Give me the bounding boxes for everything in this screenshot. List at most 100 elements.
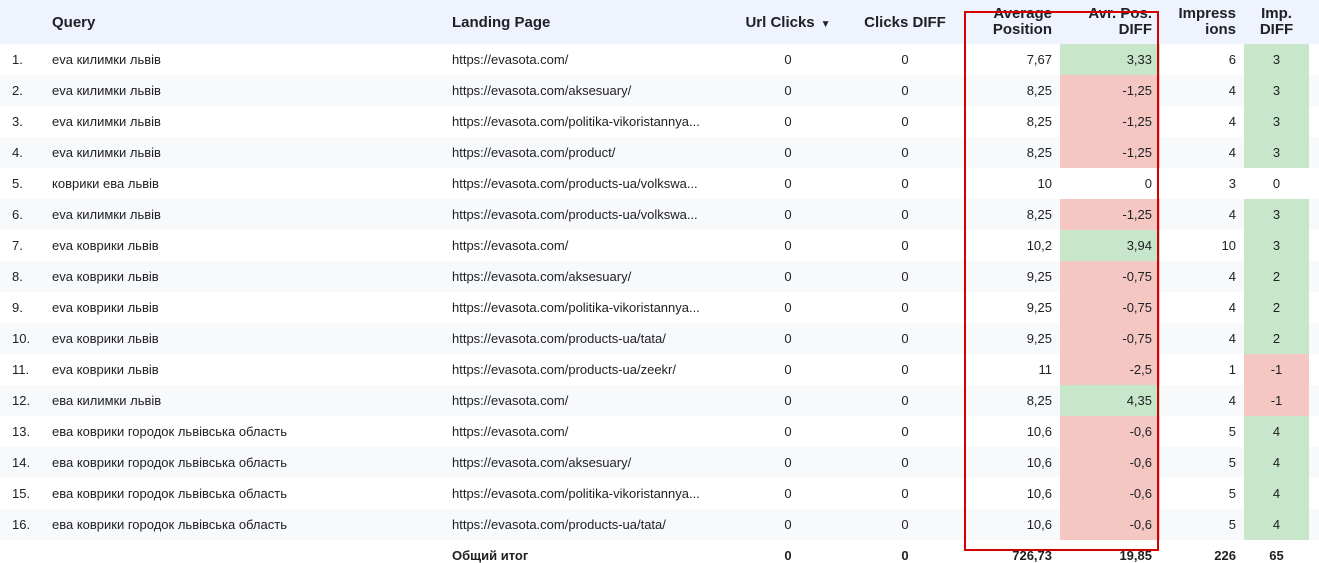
- cell-query[interactable]: eva килимки львів: [44, 44, 444, 75]
- table-row[interactable]: 4. eva килимки львів https://evasota.com/p…: [0, 137, 1319, 168]
- header-imp-diff[interactable]: Imp. DIFF: [1244, 0, 1309, 44]
- cell-impressions: 4: [1160, 199, 1244, 230]
- cell-url-clicks: 0: [784, 424, 792, 439]
- cell-query[interactable]: eva коврики львів: [44, 323, 444, 354]
- cell-landing-page[interactable]: https://evasota.com/: [444, 385, 724, 416]
- header-query[interactable]: Query: [44, 0, 444, 44]
- cell-average-position: 8,25: [958, 75, 1060, 106]
- table-row[interactable]: 15. ева коврики городок львівська область…: [0, 478, 1319, 509]
- cell-query[interactable]: eva коврики львів: [44, 230, 444, 261]
- row-index: 7.: [12, 238, 23, 253]
- cell-url-clicks: 0: [784, 300, 792, 315]
- cell-landing-page[interactable]: https://evasota.com/product/: [444, 137, 724, 168]
- totals-spacer: [44, 540, 444, 563]
- cell-imp-diff: 4: [1244, 509, 1309, 540]
- cell-average-position: 10,6: [958, 509, 1060, 540]
- table-row[interactable]: 1. eva килимки львів https://evasota.com/0…: [0, 44, 1319, 75]
- cell-avg-pos-diff: -0,6: [1060, 509, 1160, 540]
- table-row[interactable]: 9. eva коврики львів https://evasota.com/p…: [0, 292, 1319, 323]
- cell-imp-diff: 3: [1244, 137, 1309, 168]
- cell-clicks-diff: 0: [852, 323, 958, 354]
- cell-landing-page[interactable]: https://evasota.com/products-ua/zeekr/: [444, 354, 724, 385]
- cell-query[interactable]: eva коврики львів: [44, 261, 444, 292]
- table-row[interactable]: 10. eva коврики львів https://evasota.com/…: [0, 323, 1319, 354]
- table-row[interactable]: 16. ева коврики городок львівська область…: [0, 509, 1319, 540]
- cell-landing-page[interactable]: https://evasota.com/politika-vikoristann…: [444, 292, 724, 323]
- sort-descending-icon[interactable]: ▼: [821, 19, 831, 30]
- cell-url-clicks: 0: [724, 447, 852, 478]
- cell-average-position: 8,25: [1026, 114, 1052, 129]
- cell-query[interactable]: коврики ева львів: [44, 168, 444, 199]
- cell-average-position: 10,6: [1026, 424, 1052, 439]
- cell-impressions: 5: [1160, 447, 1244, 478]
- cell-landing-page[interactable]: https://evasota.com/products-ua/tata/: [444, 509, 724, 540]
- row-filler: [1309, 261, 1319, 292]
- header-average-position[interactable]: Average Position: [958, 0, 1060, 44]
- totals-clicks-diff: 0: [852, 540, 958, 563]
- cell-landing-page[interactable]: https://evasota.com/: [444, 416, 724, 447]
- table-row[interactable]: 8. eva коврики львів https://evasota.com/a…: [0, 261, 1319, 292]
- table-row[interactable]: 7. eva коврики львів https://evasota.com/0…: [0, 230, 1319, 261]
- cell-landing-page[interactable]: https://evasota.com/politika-vikoristann…: [444, 478, 724, 509]
- cell-query[interactable]: eva килимки львів: [44, 199, 444, 230]
- cell-average-position: 7,67: [1026, 52, 1052, 67]
- header-index: [0, 0, 44, 44]
- header-clicks-diff[interactable]: Clicks DIFF: [852, 0, 958, 44]
- cell-avg-pos-diff: -1,25: [1060, 137, 1160, 168]
- cell-impressions: 4: [1228, 300, 1236, 315]
- cell-landing-page[interactable]: https://evasota.com/products-ua/volkswa.…: [444, 168, 724, 199]
- cell-query[interactable]: eva килимки львів: [44, 137, 444, 168]
- cell-query[interactable]: eva коврики львів: [44, 354, 444, 385]
- cell-url-clicks: 0: [784, 486, 792, 501]
- cell-landing-page[interactable]: https://evasota.com/products-ua/tata/: [444, 323, 724, 354]
- cell-landing-page[interactable]: https://evasota.com/: [444, 44, 724, 75]
- cell-average-position: 8,25: [958, 137, 1060, 168]
- cell-landing-page[interactable]: https://evasota.com/aksesuary/: [444, 261, 724, 292]
- cell-avg-pos-diff: -1,25: [1060, 106, 1160, 137]
- cell-impressions: 1: [1228, 362, 1236, 377]
- cell-clicks-diff: 0: [901, 486, 909, 501]
- header-impressions[interactable]: Impress ions: [1160, 0, 1244, 44]
- cell-query[interactable]: ева коврики городок львівська область: [44, 416, 444, 447]
- cell-query[interactable]: ева коврики городок львівська область: [44, 509, 444, 540]
- header-avg-pos-diff[interactable]: Avr. Pos. DIFF: [1060, 0, 1160, 44]
- cell-landing-page[interactable]: https://evasota.com/politika-vikoristann…: [444, 106, 724, 137]
- cell-avg-pos-diff: -0,6: [1060, 478, 1160, 509]
- header-landing-page[interactable]: Landing Page: [444, 0, 724, 44]
- row-index: 15.: [12, 486, 31, 501]
- cell-query[interactable]: ева килимки львів: [44, 385, 444, 416]
- cell-landing-page[interactable]: https://evasota.com/aksesuary/: [444, 447, 724, 478]
- table-row[interactable]: 5. коврики ева львів https://evasota.com/p…: [0, 168, 1319, 199]
- row-filler: [1309, 44, 1319, 75]
- row-index: 16.: [0, 509, 44, 540]
- row-filler: [1309, 75, 1319, 106]
- cell-url-clicks: 0: [724, 75, 852, 106]
- table-row[interactable]: 6. eva килимки львів https://evasota.com/p…: [0, 199, 1319, 230]
- table-row[interactable]: 13. ева коврики городок львівська область…: [0, 416, 1319, 447]
- table-row[interactable]: 14. ева коврики городок львівська область…: [0, 447, 1319, 478]
- row-filler: [1309, 478, 1319, 509]
- cell-query[interactable]: ева коврики городок львівська область: [44, 478, 444, 509]
- cell-query[interactable]: ева коврики городок львівська область: [44, 447, 444, 478]
- header-filler: [1309, 0, 1319, 44]
- cell-clicks-diff: 0: [901, 176, 909, 191]
- cell-landing-page[interactable]: https://evasota.com/: [444, 230, 724, 261]
- table-row[interactable]: 11. eva коврики львів https://evasota.com/…: [0, 354, 1319, 385]
- cell-impressions: 10: [1221, 238, 1236, 253]
- totals-filler: [1309, 540, 1319, 563]
- cell-landing-page[interactable]: https://evasota.com/aksesuary/: [444, 75, 724, 106]
- table-row[interactable]: 3. eva килимки львів https://evasota.com/p…: [0, 106, 1319, 137]
- cell-impressions: 3: [1228, 176, 1236, 191]
- cell-query[interactable]: eva килимки львів: [44, 75, 444, 106]
- row-index: 5.: [12, 176, 23, 191]
- table-row[interactable]: 2. eva килимки львів https://evasota.com/a…: [0, 75, 1319, 106]
- cell-impressions: 4: [1160, 385, 1244, 416]
- header-url-clicks[interactable]: Url Clicks ▼: [724, 0, 852, 44]
- cell-avg-pos-diff: -1,25: [1060, 75, 1160, 106]
- cell-landing-page[interactable]: https://evasota.com/products-ua/volkswa.…: [444, 199, 724, 230]
- cell-clicks-diff: 0: [901, 300, 909, 315]
- cell-query[interactable]: eva килимки львів: [44, 106, 444, 137]
- cell-query[interactable]: eva коврики львів: [44, 292, 444, 323]
- cell-imp-diff: 0: [1272, 176, 1281, 191]
- table-row[interactable]: 12. ева килимки львів https://evasota.com/…: [0, 385, 1319, 416]
